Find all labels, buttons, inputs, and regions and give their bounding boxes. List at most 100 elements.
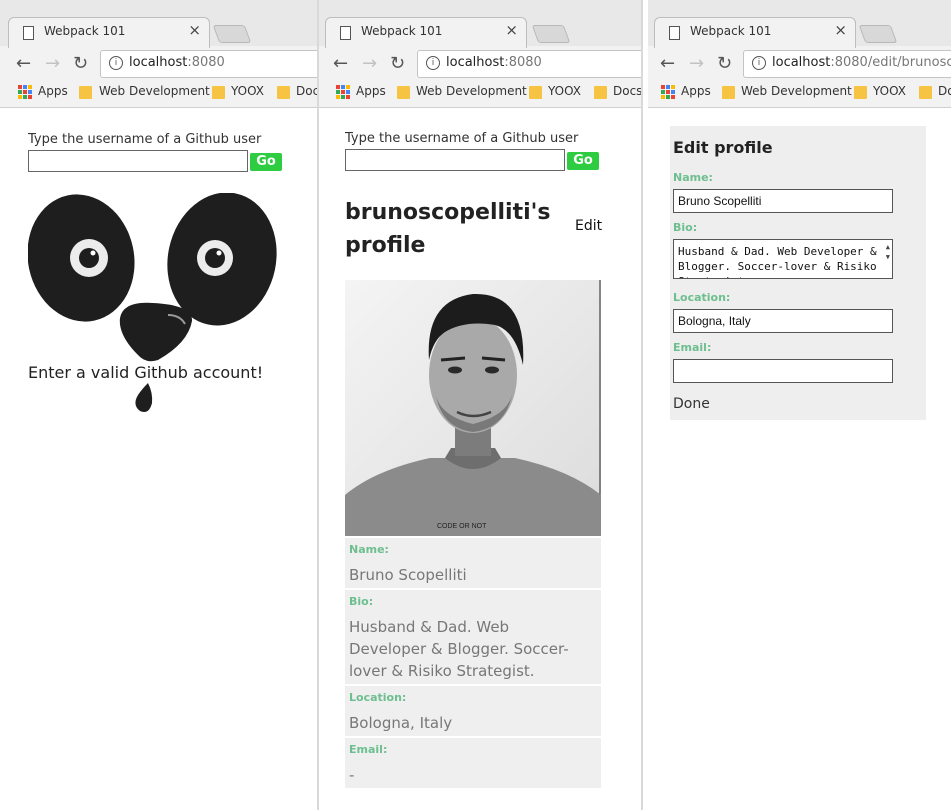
new-tab-button[interactable] xyxy=(858,25,898,43)
browser-window-1: Webpack 101 × ← → ↻ i localhost:8080 App… xyxy=(0,0,317,810)
bookmark-yoox[interactable]: YOOX xyxy=(231,84,264,98)
folder-icon xyxy=(722,86,735,99)
bookmark-web-development[interactable]: Web Development xyxy=(741,84,852,98)
info-icon[interactable]: i xyxy=(109,56,123,70)
folder-icon xyxy=(212,86,225,99)
search-prompt: Type the username of a Github user xyxy=(28,132,262,147)
edit-title: Edit profile xyxy=(673,138,773,157)
bookmarks-bar: Apps Web Development YOOX Do xyxy=(648,80,951,104)
forward-icon[interactable]: → xyxy=(45,53,60,74)
address-bar[interactable]: i localhost:8080 xyxy=(100,50,317,78)
field-label: Name: xyxy=(349,543,389,556)
document-icon xyxy=(340,26,351,40)
done-button[interactable]: Done xyxy=(673,396,710,412)
bookmark-yoox[interactable]: YOOX xyxy=(873,84,906,98)
address-bar[interactable]: i localhost:8080 xyxy=(417,50,641,78)
apps-grid-icon xyxy=(18,85,32,99)
close-icon[interactable]: × xyxy=(188,21,201,39)
bookmark-docs[interactable]: Do xyxy=(938,84,951,98)
status-message: Enter a valid Github account! xyxy=(28,363,264,382)
go-button[interactable]: Go xyxy=(250,153,282,171)
folder-icon xyxy=(854,86,867,99)
tab-strip: Webpack 101 × xyxy=(648,0,951,48)
url-text: localhost:8080 xyxy=(129,55,225,70)
back-icon[interactable]: ← xyxy=(16,53,31,74)
folder-icon xyxy=(277,86,290,99)
bookmarks-bar: Apps Web Development YOOX Docs xyxy=(319,80,641,104)
username-input[interactable] xyxy=(28,150,248,172)
reload-icon[interactable]: ↻ xyxy=(390,53,405,74)
search-prompt: Type the username of a Github user xyxy=(345,131,579,146)
browser-chrome: Webpack 101 × ← → ↻ i localhost:8080/edi… xyxy=(648,0,951,108)
folder-icon xyxy=(79,86,92,99)
reload-icon[interactable]: ↻ xyxy=(73,53,88,74)
username-input[interactable] xyxy=(345,149,565,171)
scroll-arrows-icon[interactable]: ▲ ▼ xyxy=(886,242,890,262)
bookmark-web-development[interactable]: Web Development xyxy=(99,84,210,98)
folder-icon xyxy=(919,86,932,99)
browser-tab[interactable]: Webpack 101 × xyxy=(8,17,210,48)
field-label: Bio: xyxy=(349,595,374,608)
edit-link[interactable]: Edit xyxy=(575,218,602,234)
field-value: Husband & Dad. Web Developer & Blogger. … xyxy=(349,618,569,680)
tab-title: Webpack 101 xyxy=(690,24,772,38)
bookmark-docs[interactable]: Doc xyxy=(296,84,317,98)
location-field: Location: Bologna, Italy xyxy=(345,686,601,736)
location-input[interactable] xyxy=(673,309,893,333)
bookmark-yoox[interactable]: YOOX xyxy=(548,84,581,98)
bookmark-web-development[interactable]: Web Development xyxy=(416,84,527,98)
profile-title: brunoscopelliti's profile xyxy=(345,200,551,258)
folder-icon xyxy=(397,86,410,99)
browser-tab[interactable]: Webpack 101 × xyxy=(654,17,856,48)
location-label: Location: xyxy=(673,291,731,304)
forward-icon[interactable]: → xyxy=(362,53,377,74)
bio-textarea[interactable]: Husband & Dad. Web Developer & Blogger. … xyxy=(673,239,893,279)
tab-title: Webpack 101 xyxy=(361,24,443,38)
bookmarks-bar: Apps Web Development YOOX Doc xyxy=(0,80,317,104)
window-divider xyxy=(641,0,643,810)
new-tab-button[interactable] xyxy=(531,25,571,43)
profile-photo: CODE OR NOT xyxy=(345,280,601,536)
email-input[interactable] xyxy=(673,359,893,383)
address-bar[interactable]: i localhost:8080/edit/brunosco xyxy=(743,50,951,78)
close-icon[interactable]: × xyxy=(834,21,847,39)
tab-strip: Webpack 101 × xyxy=(319,0,641,48)
go-button[interactable]: Go xyxy=(567,152,599,170)
info-icon[interactable]: i xyxy=(426,56,440,70)
document-icon xyxy=(669,26,680,40)
bookmark-apps[interactable]: Apps xyxy=(356,84,386,98)
reload-icon[interactable]: ↻ xyxy=(717,53,732,74)
tab-strip: Webpack 101 × xyxy=(0,0,317,48)
browser-tab[interactable]: Webpack 101 × xyxy=(325,17,527,48)
info-icon[interactable]: i xyxy=(752,56,766,70)
new-tab-button[interactable] xyxy=(212,25,252,43)
url-text: localhost:8080 xyxy=(446,55,542,70)
bio-label: Bio: xyxy=(673,221,698,234)
field-value: - xyxy=(349,766,355,784)
forward-icon[interactable]: → xyxy=(689,53,704,74)
bio-field: Bio: Husband & Dad. Web Developer & Blog… xyxy=(345,590,601,684)
back-icon[interactable]: ← xyxy=(333,53,348,74)
browser-chrome: Webpack 101 × ← → ↻ i localhost:8080 App… xyxy=(319,0,641,108)
folder-icon xyxy=(529,86,542,99)
bio-text: Husband & Dad. Web Developer & Blogger. … xyxy=(678,245,877,278)
email-field: Email: - xyxy=(345,738,601,788)
field-value: Bruno Scopelliti xyxy=(349,566,467,584)
bookmark-docs[interactable]: Docs xyxy=(613,84,641,98)
tab-title: Webpack 101 xyxy=(44,24,126,38)
bookmark-apps[interactable]: Apps xyxy=(38,84,68,98)
field-label: Email: xyxy=(349,743,388,756)
svg-text:CODE OR NOT: CODE OR NOT xyxy=(437,523,487,530)
url-text: localhost:8080/edit/brunosco xyxy=(772,55,951,70)
apps-grid-icon xyxy=(661,85,675,99)
field-label: Location: xyxy=(349,691,407,704)
name-input[interactable] xyxy=(673,189,893,213)
field-value: Bologna, Italy xyxy=(349,714,453,732)
name-label: Name: xyxy=(673,171,713,184)
name-field: Name: Bruno Scopelliti xyxy=(345,538,601,588)
close-icon[interactable]: × xyxy=(505,21,518,39)
edit-profile-panel: Edit profile Name: Bio: Husband & Dad. W… xyxy=(670,126,926,420)
bookmark-apps[interactable]: Apps xyxy=(681,84,711,98)
back-icon[interactable]: ← xyxy=(660,53,675,74)
document-icon xyxy=(23,26,34,40)
